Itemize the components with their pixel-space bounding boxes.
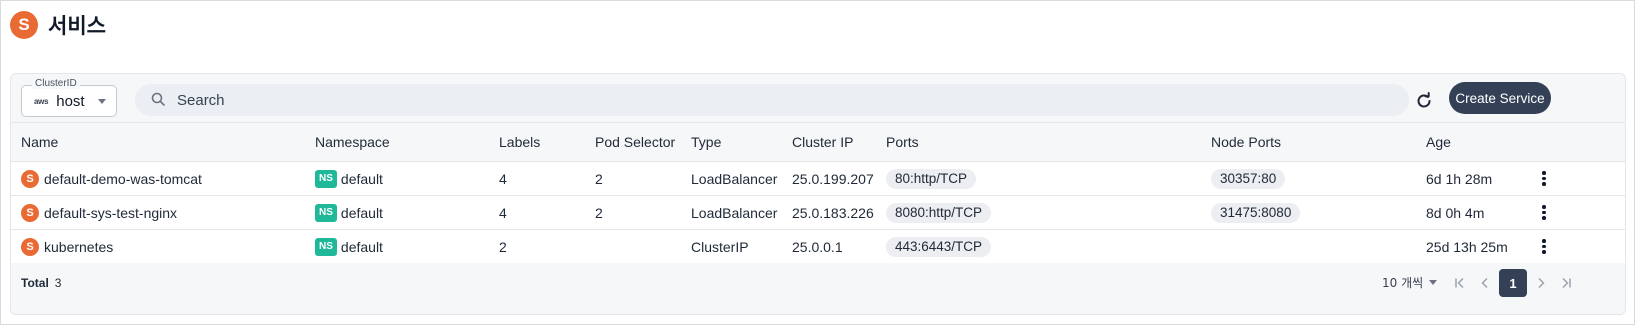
total-label: Total — [21, 276, 49, 290]
port-chip: 8080:http/TCP — [886, 202, 992, 223]
table-row[interactable]: S default-sys-test-nginx NS default 4 2 … — [11, 196, 1625, 230]
column-header-type[interactable]: Type — [691, 123, 721, 161]
port-chip: 443:6443/TCP — [886, 236, 992, 257]
service-icon: S — [21, 237, 39, 256]
more-menu-icon[interactable] — [1537, 196, 1551, 229]
page-size-select[interactable]: 10 개씩 — [1382, 274, 1438, 291]
cluster-ip-value: 25.0.183.226 — [792, 204, 874, 221]
more-menu-icon[interactable] — [1537, 162, 1551, 195]
cluster-ip-value: 25.0.199.207 — [792, 170, 874, 187]
service-name-cell[interactable]: S kubernetes — [21, 230, 113, 263]
prev-page-icon[interactable] — [1475, 269, 1495, 297]
namespace-icon: NS — [315, 203, 337, 222]
ports-cell: 80:http/TCP — [886, 162, 977, 195]
namespace-cell: NS default — [315, 230, 383, 263]
service-name[interactable]: default-sys-test-nginx — [44, 205, 177, 221]
namespace-value: default — [340, 238, 383, 255]
labels-value: 4 — [499, 170, 507, 187]
pod-selector-value: 2 — [595, 204, 603, 221]
namespace-cell: NS default — [315, 196, 383, 229]
age-value: 25d 13h 25m — [1426, 238, 1508, 255]
table-row[interactable]: S kubernetes NS default 2 ClusterIP 25.0… — [11, 230, 1625, 264]
ports-cell: 443:6443/TCP — [886, 230, 992, 263]
column-header-namespace[interactable]: Namespace — [315, 123, 390, 161]
namespace-value: default — [340, 204, 383, 221]
cluster-ip-value: 25.0.0.1 — [792, 238, 843, 255]
search-bar — [135, 84, 1409, 116]
page-number-button[interactable]: 1 — [1499, 269, 1527, 297]
last-page-icon[interactable] — [1555, 269, 1575, 297]
node-ports-cell: 31475:8080 — [1211, 196, 1301, 229]
service-name-cell[interactable]: S default-sys-test-nginx — [21, 196, 177, 229]
aws-icon: aws — [34, 96, 49, 106]
column-header-cluster-ip[interactable]: Cluster IP — [792, 123, 853, 161]
service-name[interactable]: kubernetes — [44, 239, 113, 255]
more-menu-icon[interactable] — [1537, 230, 1551, 263]
cluster-label: ClusterID — [32, 78, 80, 89]
namespace-icon: NS — [315, 237, 337, 256]
create-service-button[interactable]: Create Service — [1449, 82, 1551, 114]
age-value: 6d 1h 28m — [1426, 170, 1493, 187]
toolbar: ClusterID aws host Create Service — [11, 74, 1625, 128]
labels-value: 4 — [499, 204, 507, 221]
table-header: Name Namespace Labels Pod Selector Type … — [11, 122, 1625, 162]
type-value: ClusterIP — [691, 238, 749, 255]
column-header-age[interactable]: Age — [1426, 123, 1451, 161]
type-value: LoadBalancer — [691, 170, 778, 187]
service-icon: S — [10, 11, 38, 39]
page-title: 서비스 — [48, 14, 106, 38]
node-ports-cell: 30357:80 — [1211, 162, 1286, 195]
column-header-ports[interactable]: Ports — [886, 123, 919, 161]
type-value: LoadBalancer — [691, 204, 778, 221]
pagination: 1 — [1451, 269, 1575, 297]
service-name-cell[interactable]: S default-demo-was-tomcat — [21, 162, 202, 195]
chevron-down-icon — [1429, 280, 1438, 285]
port-chip: 80:http/TCP — [886, 168, 977, 189]
services-table: Name Namespace Labels Pod Selector Type … — [11, 122, 1625, 264]
table-row[interactable]: S default-demo-was-tomcat NS default 4 2… — [11, 162, 1625, 196]
service-name[interactable]: default-demo-was-tomcat — [44, 171, 202, 187]
next-page-icon[interactable] — [1531, 269, 1551, 297]
search-icon — [151, 92, 165, 109]
node-port-chip: 30357:80 — [1211, 168, 1286, 189]
search-input[interactable] — [177, 91, 1377, 109]
cluster-value: host — [56, 92, 85, 110]
column-header-labels[interactable]: Labels — [499, 123, 540, 161]
column-header-pod-selector[interactable]: Pod Selector — [595, 123, 675, 161]
total-value: 3 — [54, 276, 62, 290]
labels-value: 2 — [499, 238, 507, 255]
pod-selector-value: 2 — [595, 170, 603, 187]
cluster-select[interactable]: ClusterID aws host — [21, 78, 117, 117]
service-icon: S — [21, 169, 39, 188]
column-header-node-ports[interactable]: Node Ports — [1211, 123, 1281, 161]
ports-cell: 8080:http/TCP — [886, 196, 992, 229]
chevron-down-icon — [98, 99, 106, 104]
namespace-cell: NS default — [315, 162, 383, 195]
namespace-icon: NS — [315, 169, 337, 188]
refresh-icon[interactable] — [1411, 88, 1437, 114]
first-page-icon[interactable] — [1451, 269, 1471, 297]
services-card: ClusterID aws host Create Service Name N… — [10, 73, 1626, 315]
age-value: 8d 0h 4m — [1426, 204, 1485, 221]
total-count: Total 3 — [21, 276, 61, 290]
page-header: S 서비스 — [10, 10, 106, 40]
node-port-chip: 31475:8080 — [1211, 202, 1301, 223]
service-icon: S — [21, 203, 39, 222]
namespace-value: default — [340, 170, 383, 187]
table-footer: Total 3 10 개씩 1 — [11, 263, 1625, 303]
page-size-value: 10 개씩 — [1382, 276, 1424, 290]
column-header-name[interactable]: Name — [21, 123, 58, 161]
